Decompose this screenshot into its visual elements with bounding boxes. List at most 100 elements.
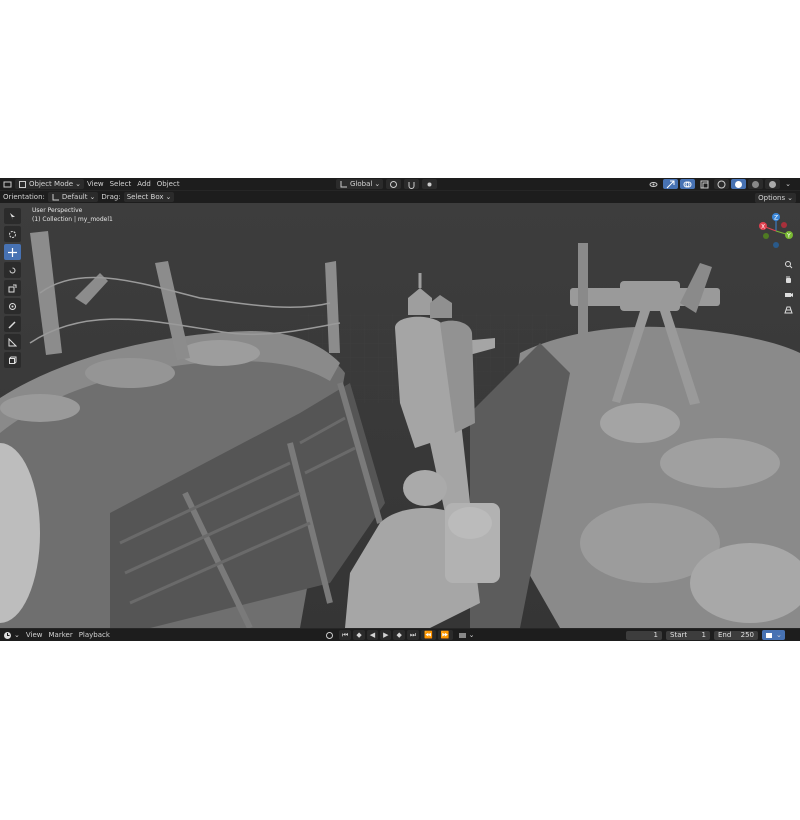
next-keyframe-button[interactable]: ◆ [393, 630, 405, 640]
gizmo-toggle[interactable] [663, 179, 679, 189]
chevron-down-icon: ⌄ [75, 180, 81, 188]
menu-object[interactable]: Object [154, 179, 183, 189]
cursor-tool[interactable] [4, 226, 21, 242]
chevron-down-icon: ⌄ [14, 631, 20, 639]
grid-icon [783, 305, 793, 314]
rotate-tool[interactable] [4, 262, 21, 278]
transform-orientation-select[interactable]: Global ⌄ [336, 179, 384, 189]
proportional-edit-toggle[interactable] [422, 179, 438, 189]
measure-tool[interactable] [4, 334, 21, 350]
start-frame-field[interactable]: Start 1 [666, 630, 710, 640]
y-axis-label: Y [786, 233, 791, 240]
chevron-down-icon: ⌄ [785, 180, 791, 188]
menu-select[interactable]: Select [107, 179, 135, 189]
z-axis-label: Z [774, 215, 778, 222]
axes-icon [51, 193, 60, 202]
annotate-tool[interactable] [4, 316, 21, 332]
timeline-header: ⌄ View Marker Playback ⏮ ◆ ◀ ▶ ◆ ⏭ ⏪ ⏩ ⌄… [0, 628, 800, 641]
options-button[interactable]: Options ⌄ [755, 193, 796, 203]
play-reverse-button[interactable]: ◀ [366, 630, 379, 640]
visibility-select[interactable] [646, 179, 661, 189]
auto-keying-toggle[interactable] [322, 630, 337, 640]
3d-viewport[interactable]: User Perspective (1) Collection | my_mod… [0, 203, 800, 628]
gizmo-icon [666, 180, 675, 189]
select-box-tool[interactable] [4, 208, 21, 224]
neg-x-handle[interactable] [781, 222, 787, 228]
timeline-menu-marker[interactable]: Marker [46, 630, 76, 640]
timeline-editor-type-button[interactable]: ⌄ [0, 630, 23, 640]
overlays-toggle[interactable] [680, 179, 696, 189]
end-frame-field[interactable]: End 250 [714, 630, 758, 640]
material-sphere-icon [751, 180, 760, 189]
scale-tool[interactable] [4, 280, 21, 296]
keyframe-next-icon: ⏩ [440, 631, 450, 639]
zoom-button[interactable] [782, 258, 794, 270]
shading-wireframe-button[interactable] [714, 179, 730, 189]
play-button[interactable]: ▶ [380, 630, 392, 640]
tool-settings-bar: Orientation: Default ⌄ Drag: Select Box … [0, 190, 800, 203]
jump-start-button[interactable]: ⏮ [339, 630, 352, 640]
chevron-down-icon: ⌄ [89, 193, 96, 201]
blender-window: Object Mode ⌄ View Select Add Object Glo… [0, 178, 800, 641]
playback-controls: ⏮ ◆ ◀ ▶ ◆ ⏭ ⏪ ⏩ ⌄ [322, 630, 478, 640]
options-label: Options [758, 194, 786, 202]
zoom-icon [784, 260, 793, 269]
drag-label: Drag: [101, 193, 121, 201]
keying-set-select[interactable]: ⌄ [455, 630, 478, 640]
jump-end-button[interactable]: ⏭ [406, 630, 420, 640]
pivot-point-select[interactable] [386, 179, 402, 189]
3d-cursor-icon [8, 230, 17, 239]
shading-options-button[interactable]: ⌄ [782, 179, 794, 189]
record-icon [325, 631, 334, 640]
end-frame-label: End [718, 631, 732, 639]
timeline-menu-playback[interactable]: Playback [76, 630, 113, 640]
sandbag [660, 438, 780, 488]
scene-select[interactable]: ⌄ [762, 630, 785, 640]
magnet-icon [407, 180, 416, 189]
current-frame-field[interactable]: 1 [626, 630, 662, 640]
xray-icon [700, 180, 709, 189]
collection-info: (1) Collection | my_model1 [32, 216, 113, 223]
xray-toggle[interactable] [697, 179, 712, 189]
play-reverse-icon: ◀ [369, 631, 376, 639]
orientation-select[interactable]: Default ⌄ [47, 192, 99, 202]
cube-icon [8, 356, 17, 365]
menu-view[interactable]: View [84, 179, 107, 189]
mode-select[interactable]: Object Mode ⌄ [15, 179, 84, 189]
chevron-down-icon: ⌄ [165, 193, 172, 201]
cursor-arrow-icon [8, 212, 17, 221]
shading-material-button[interactable] [748, 179, 764, 189]
menu-add[interactable]: Add [134, 179, 154, 189]
shading-solid-button[interactable] [731, 179, 747, 189]
timeline-menu-view[interactable]: View [23, 630, 46, 640]
move-arrows-icon [8, 247, 17, 257]
editor-type-button[interactable] [0, 179, 15, 189]
transform-tool[interactable] [4, 298, 21, 314]
pivot-icon [389, 180, 398, 189]
header-center-controls: Global ⌄ [336, 179, 438, 189]
keyframe-next-button[interactable]: ⏩ [437, 630, 453, 640]
neg-z-handle[interactable] [773, 242, 779, 248]
shading-rendered-button[interactable] [765, 179, 781, 189]
left-toolbar [4, 208, 22, 368]
hand-icon [784, 275, 793, 284]
keyframe-prev-icon: ⏪ [424, 631, 433, 639]
next-keyframe-icon: ◆ [396, 631, 402, 639]
pan-button[interactable] [782, 273, 794, 285]
perspective-toggle-button[interactable] [782, 303, 794, 315]
neg-y-handle[interactable] [763, 233, 769, 239]
eye-icon [649, 180, 658, 189]
add-cube-tool[interactable] [4, 352, 21, 368]
chevron-down-icon: ⌄ [468, 631, 475, 639]
prev-keyframe-icon: ◆ [356, 631, 362, 639]
camera-view-button[interactable] [782, 288, 794, 300]
overlays-icon [683, 180, 692, 189]
snap-toggle[interactable] [404, 179, 420, 189]
sandbag [0, 394, 80, 422]
keyframe-prev-button[interactable]: ⏪ [421, 630, 436, 640]
drag-select[interactable]: Select Box ⌄ [123, 192, 175, 202]
prev-keyframe-button[interactable]: ◆ [353, 630, 365, 640]
header-right-controls: ⌄ [646, 179, 794, 189]
move-tool[interactable] [4, 244, 21, 260]
proportional-edit-icon [425, 180, 434, 189]
